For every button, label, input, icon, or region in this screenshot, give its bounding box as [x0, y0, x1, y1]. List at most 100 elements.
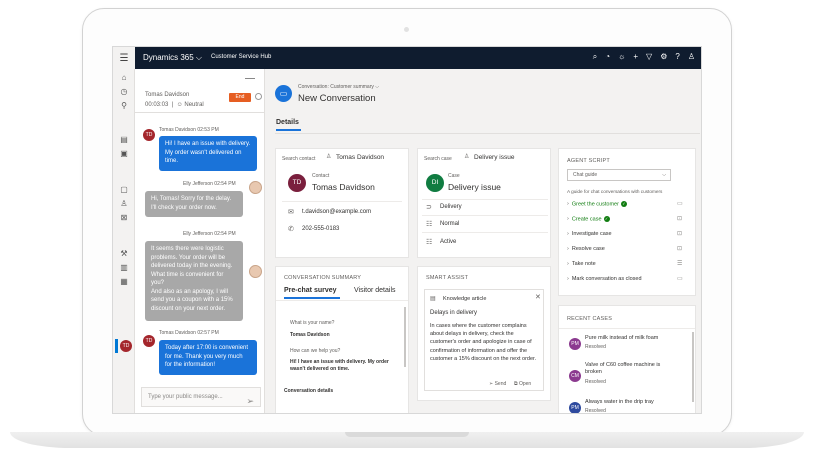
macro-step-icon: ⊡ [677, 246, 683, 252]
home-icon[interactable]: ⌂ [119, 73, 129, 83]
script-dropdown[interactable]: Chat guide ⌵ [567, 169, 671, 181]
conversation-summary-card: CONVERSATION SUMMARY Pre-chat survey Vis… [275, 266, 409, 413]
filter-icon[interactable]: ▽ [646, 52, 652, 62]
script-step[interactable]: › Create case ✓ [567, 216, 610, 222]
script-dropdown-value: Chat guide [573, 172, 598, 178]
script-description: A guide for chat conversations with cust… [567, 189, 663, 194]
message-meta: Tomas Davidson 02:53 PM [159, 127, 219, 133]
scrollbar[interactable] [692, 332, 694, 402]
contact-phone[interactable]: 202-555-0183 [302, 226, 339, 232]
smart-assist-card: SMART ASSIST ▤ Knowledge article ✕ Delay… [417, 266, 551, 401]
form-subtitle[interactable]: Conversation: Customer summary ⌵ [298, 84, 379, 90]
macro-step-icon: ⊡ [677, 216, 683, 222]
knowledge-icon[interactable]: ▥ [119, 263, 129, 273]
search-contact-value[interactable]: Tomas Davidson [336, 154, 384, 161]
contacts-icon[interactable]: ♙ [119, 199, 129, 209]
case-avatar: PM [569, 338, 581, 350]
message-bubble: It seems there were logistic problems. Y… [145, 241, 243, 321]
minimize-icon[interactable] [245, 78, 255, 79]
left-rail: ⌂ ◷ ⚲ ▤ ▣ ▢ ♙ ⊠ ⚒ ▥ ▦ TD [113, 69, 135, 413]
cases-icon[interactable]: ▢ [119, 185, 129, 195]
message-meta: Tomas Davidson 02:57 PM [159, 330, 219, 336]
agent-script-card: AGENT SCRIPT Chat guide ⌵ A guide for ch… [558, 148, 696, 296]
divider [282, 201, 402, 202]
hamburger-menu-icon[interactable]: ☰ [113, 47, 135, 69]
message-bubble: Hi, Tomas! Sorry for the delay. I'll che… [145, 191, 243, 217]
chat-timer: 00:03:03 | ☺ Neutral [145, 102, 204, 108]
case-name[interactable]: Delivery issue [448, 182, 501, 192]
contact-email[interactable]: t.davidson@example.com [302, 209, 371, 215]
case-status: Active [440, 239, 457, 245]
recent-case-title: Valve of C60 coffee machine is broken [585, 362, 661, 375]
search-case-value[interactable]: Delivery issue [474, 154, 514, 161]
agent-avatar [249, 265, 262, 278]
app-screen: ☰ Dynamics 365 ⌵ Customer Service Hub ⌕ … [112, 46, 702, 414]
gear-icon[interactable]: ⚙ [660, 52, 667, 62]
tab-pre-chat-survey[interactable]: Pre-chat survey [284, 287, 337, 294]
lightbulb-icon[interactable]: ☼ [618, 52, 625, 62]
tab-underline [284, 297, 340, 299]
category-icon: ⊃ [426, 204, 432, 211]
summary-title: CONVERSATION SUMMARY [284, 275, 362, 281]
pin-icon[interactable]: ⚲ [119, 101, 129, 111]
search-case-label: Search case [424, 156, 452, 162]
case-avatar: PM [569, 402, 581, 413]
case-card: Search case ♙ Delivery issue DI Case Del… [417, 148, 551, 258]
plus-icon[interactable]: + [633, 52, 638, 62]
status-icon: ☷ [426, 239, 433, 246]
script-step[interactable]: › Greet the customer ✓ [567, 201, 627, 207]
person-icon: ♙ [464, 154, 470, 160]
reports-icon[interactable]: ▦ [119, 277, 129, 287]
script-step[interactable]: › Take note [567, 261, 596, 267]
divider [422, 232, 548, 233]
message-bubble: Hi! I have an issue with delivery. My or… [159, 136, 257, 171]
check-icon: ✓ [603, 216, 610, 222]
tab-details[interactable]: Details [276, 119, 299, 126]
activities-icon[interactable]: ▣ [119, 149, 129, 159]
message-meta: Elly Jefferson 02:54 PM [183, 231, 236, 237]
article-title: Delays in delivery [430, 310, 478, 316]
contact-type-label: Contact [312, 173, 330, 179]
dashboard-icon[interactable]: ▤ [119, 135, 129, 145]
active-session-indicator [115, 339, 118, 353]
search-icon[interactable]: ⌕ [593, 52, 597, 62]
status-circle-icon [255, 93, 262, 100]
survey-question: What is your name? [290, 320, 335, 326]
queues-icon[interactable]: ⊠ [119, 213, 129, 223]
check-icon: ✓ [620, 201, 627, 207]
person-icon: ♙ [326, 154, 332, 160]
close-icon[interactable]: ✕ [535, 293, 541, 301]
tab-visitor-details[interactable]: Visitor details [354, 287, 396, 294]
article-icon: ▤ [430, 296, 436, 302]
scrollbar[interactable] [404, 307, 406, 367]
message-input[interactable]: Type your public message... ➢ [141, 387, 261, 407]
case-type-label: Case [448, 173, 460, 179]
script-step[interactable]: › Resolve case [567, 246, 605, 252]
recent-case-title: Always water in the drip tray [585, 399, 654, 405]
send-action[interactable]: ➢ Send [489, 381, 506, 387]
agent-avatar [249, 181, 262, 194]
chat-step-icon: ▭ [677, 201, 683, 207]
open-action[interactable]: ⧉ Open [514, 381, 531, 387]
article-text: In cases where the customer complains ab… [430, 323, 537, 362]
script-step[interactable]: › Investigate case [567, 231, 612, 237]
recent-case-status: Resolved [585, 344, 606, 350]
end-button[interactable]: End [229, 93, 251, 102]
phone-icon: ✆ [288, 226, 294, 233]
case-avatar: DI [426, 174, 444, 192]
user-icon[interactable]: ♙ [688, 52, 695, 62]
avatar: TD [143, 129, 155, 141]
send-icon[interactable]: ➢ [246, 392, 254, 410]
survey-answer: Hi! I have an issue with delivery. My or… [290, 359, 389, 372]
contact-name[interactable]: Tomas Davidson [312, 182, 375, 192]
help-icon[interactable]: ? [675, 52, 679, 62]
tools-icon[interactable]: ⚒ [119, 249, 129, 259]
recent-cases-card: RECENT CASES PM Pure milk instead of mil… [558, 305, 696, 413]
recent-case-status: Resolved [585, 379, 606, 385]
page-title: New Conversation [298, 93, 376, 104]
task-icon[interactable]: ◔ [605, 52, 610, 62]
recent-icon[interactable]: ◷ [119, 87, 129, 97]
session-badge[interactable]: TD [120, 340, 132, 352]
app-title[interactable]: Dynamics 365 ⌵ [143, 53, 202, 63]
script-step[interactable]: › Mark conversation as closed [567, 276, 642, 282]
